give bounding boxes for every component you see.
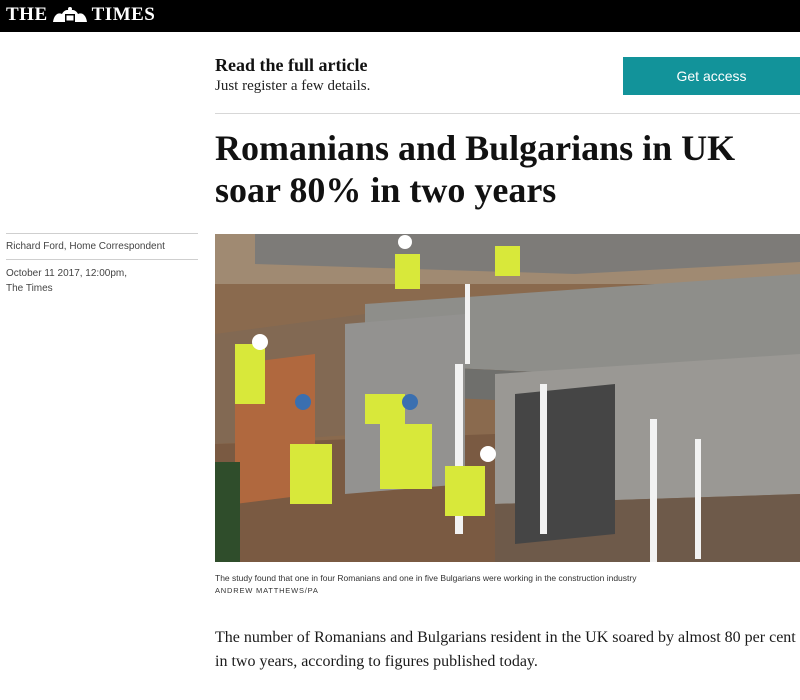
divider: [215, 113, 800, 114]
article-headline: Romanians and Bulgarians in UK soar 80% …: [215, 128, 736, 210]
register-title: Read the full article: [215, 55, 368, 75]
article-source: The Times: [6, 283, 53, 294]
top-bar: THE TIMES: [0, 0, 800, 32]
sidebar-divider: [6, 233, 198, 234]
article-byline[interactable]: Richard Ford, Home Correspondent: [6, 241, 165, 252]
register-subtitle: Just register a few details.: [215, 78, 371, 94]
image-caption: The study found that one in four Romania…: [215, 573, 637, 583]
article-lead-paragraph: The number of Romanians and Bulgarians r…: [215, 629, 796, 670]
article-date: October 11 2017, 12:00pm,: [6, 268, 128, 279]
sidebar-divider: [6, 259, 198, 260]
masthead-logo[interactable]: THE TIMES: [6, 4, 155, 26]
article-dateline: October 11 2017, 12:00pm, The Times: [6, 266, 127, 296]
get-access-button[interactable]: Get access: [623, 57, 800, 95]
article-photo: [215, 234, 800, 562]
masthead-the: THE: [6, 4, 48, 25]
royal-crest-icon: [52, 7, 87, 22]
image-credit: ANDREW MATTHEWS/PA: [215, 586, 319, 595]
masthead-times: TIMES: [91, 4, 156, 25]
